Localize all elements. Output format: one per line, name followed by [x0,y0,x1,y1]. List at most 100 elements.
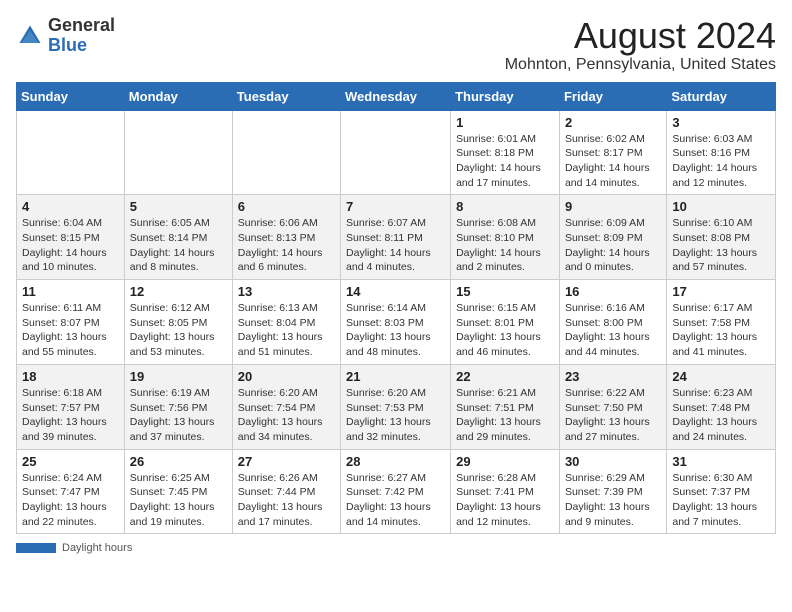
day-info: Sunrise: 6:18 AM Sunset: 7:57 PM Dayligh… [22,386,119,445]
day-number: 2 [565,115,661,130]
day-number: 5 [130,199,227,214]
calendar-cell: 30Sunrise: 6:29 AM Sunset: 7:39 PM Dayli… [559,449,666,534]
day-info: Sunrise: 6:11 AM Sunset: 8:07 PM Dayligh… [22,301,119,360]
day-header-friday: Friday [559,82,666,110]
calendar-cell [341,110,451,195]
day-info: Sunrise: 6:08 AM Sunset: 8:10 PM Dayligh… [456,216,554,275]
page-header: General Blue August 2024 Mohnton, Pennsy… [16,16,776,74]
subtitle: Mohnton, Pennsylvania, United States [505,56,776,74]
day-info: Sunrise: 6:09 AM Sunset: 8:09 PM Dayligh… [565,216,661,275]
day-number: 17 [672,284,770,299]
day-info: Sunrise: 6:07 AM Sunset: 8:11 PM Dayligh… [346,216,445,275]
day-number: 21 [346,369,445,384]
calendar-week-3: 11 Sunrise: 6:11 AM Sunset: 8:07 PM Dayli… [17,280,776,365]
day-number: 8 [456,199,554,214]
calendar-cell: 3Sunrise: 6:03 AM Sunset: 8:16 PM Daylig… [667,110,776,195]
day-number: 3 [672,115,770,130]
calendar-cell: 22 Sunrise: 6:21 AM Sunset: 7:51 PM Dayli… [451,364,560,449]
day-info: Sunrise: 6:12 AM Sunset: 8:05 PM Dayligh… [130,301,227,360]
calendar-cell: 9Sunrise: 6:09 AM Sunset: 8:09 PM Daylig… [559,195,666,280]
day-info: Sunrise: 6:02 AM Sunset: 8:17 PM Dayligh… [565,132,661,191]
day-number: 19 [130,369,227,384]
day-number: 24 [672,369,770,384]
day-number: 6 [238,199,335,214]
day-number: 27 [238,454,335,469]
calendar-cell: 1Sunrise: 6:01 AM Sunset: 8:18 PM Daylig… [451,110,560,195]
day-info: Sunrise: 6:23 AM Sunset: 7:48 PM Dayligh… [672,386,770,445]
calendar-cell: 29 Sunrise: 6:28 AM Sunset: 7:41 PM Dayli… [451,449,560,534]
calendar-cell: 28 Sunrise: 6:27 AM Sunset: 7:42 PM Dayli… [341,449,451,534]
day-info: Sunrise: 6:05 AM Sunset: 8:14 PM Dayligh… [130,216,227,275]
calendar-cell: 18 Sunrise: 6:18 AM Sunset: 7:57 PM Dayli… [17,364,125,449]
calendar-week-1: 1Sunrise: 6:01 AM Sunset: 8:18 PM Daylig… [17,110,776,195]
day-number: 22 [456,369,554,384]
day-number: 11 [22,284,119,299]
calendar-cell: 10 Sunrise: 6:10 AM Sunset: 8:08 PM Dayli… [667,195,776,280]
calendar-cell: 6Sunrise: 6:06 AM Sunset: 8:13 PM Daylig… [232,195,340,280]
calendar-cell: 4 Sunrise: 6:04 AM Sunset: 8:15 PM Daylig… [17,195,125,280]
main-title: August 2024 [505,16,776,56]
day-info: Sunrise: 6:01 AM Sunset: 8:18 PM Dayligh… [456,132,554,191]
day-number: 29 [456,454,554,469]
calendar-cell [124,110,232,195]
daylight-bar [16,543,56,553]
calendar-week-4: 18 Sunrise: 6:18 AM Sunset: 7:57 PM Dayli… [17,364,776,449]
calendar-cell: 2 Sunrise: 6:02 AM Sunset: 8:17 PM Daylig… [559,110,666,195]
day-number: 10 [672,199,770,214]
day-info: Sunrise: 6:04 AM Sunset: 8:15 PM Dayligh… [22,216,119,275]
logo-general-text: General [48,15,115,35]
day-number: 28 [346,454,445,469]
calendar-cell: 20 Sunrise: 6:20 AM Sunset: 7:54 PM Dayli… [232,364,340,449]
calendar-cell [232,110,340,195]
calendar-cell: 5 Sunrise: 6:05 AM Sunset: 8:14 PM Daylig… [124,195,232,280]
day-info: Sunrise: 6:19 AM Sunset: 7:56 PM Dayligh… [130,386,227,445]
day-info: Sunrise: 6:16 AM Sunset: 8:00 PM Dayligh… [565,301,661,360]
calendar-cell: 16Sunrise: 6:16 AM Sunset: 8:00 PM Dayli… [559,280,666,365]
calendar-cell: 17 Sunrise: 6:17 AM Sunset: 7:58 PM Dayli… [667,280,776,365]
day-number: 26 [130,454,227,469]
day-number: 15 [456,284,554,299]
day-number: 13 [238,284,335,299]
logo-blue-text: Blue [48,35,87,55]
day-info: Sunrise: 6:20 AM Sunset: 7:54 PM Dayligh… [238,386,335,445]
footer-note: Daylight hours [16,542,776,554]
day-header-monday: Monday [124,82,232,110]
calendar-week-2: 4 Sunrise: 6:04 AM Sunset: 8:15 PM Daylig… [17,195,776,280]
calendar-cell: 14 Sunrise: 6:14 AM Sunset: 8:03 PM Dayli… [341,280,451,365]
calendar-cell: 13Sunrise: 6:13 AM Sunset: 8:04 PM Dayli… [232,280,340,365]
calendar-week-5: 25Sunrise: 6:24 AM Sunset: 7:47 PM Dayli… [17,449,776,534]
day-number: 31 [672,454,770,469]
calendar-cell [17,110,125,195]
logo: General Blue [16,16,115,56]
calendar-cell: 24 Sunrise: 6:23 AM Sunset: 7:48 PM Dayli… [667,364,776,449]
title-block: August 2024 Mohnton, Pennsylvania, Unite… [505,16,776,74]
logo-icon [16,22,44,50]
day-info: Sunrise: 6:10 AM Sunset: 8:08 PM Dayligh… [672,216,770,275]
day-header-saturday: Saturday [667,82,776,110]
calendar-cell: 11 Sunrise: 6:11 AM Sunset: 8:07 PM Dayli… [17,280,125,365]
day-number: 18 [22,369,119,384]
day-header-thursday: Thursday [451,82,560,110]
day-number: 4 [22,199,119,214]
calendar-cell: 21 Sunrise: 6:20 AM Sunset: 7:53 PM Dayli… [341,364,451,449]
calendar-cell: 8 Sunrise: 6:08 AM Sunset: 8:10 PM Daylig… [451,195,560,280]
calendar-cell: 25Sunrise: 6:24 AM Sunset: 7:47 PM Dayli… [17,449,125,534]
day-info: Sunrise: 6:14 AM Sunset: 8:03 PM Dayligh… [346,301,445,360]
day-info: Sunrise: 6:20 AM Sunset: 7:53 PM Dayligh… [346,386,445,445]
calendar-cell: 7Sunrise: 6:07 AM Sunset: 8:11 PM Daylig… [341,195,451,280]
day-info: Sunrise: 6:26 AM Sunset: 7:44 PM Dayligh… [238,471,335,530]
calendar-cell: 12Sunrise: 6:12 AM Sunset: 8:05 PM Dayli… [124,280,232,365]
day-number: 23 [565,369,661,384]
day-info: Sunrise: 6:24 AM Sunset: 7:47 PM Dayligh… [22,471,119,530]
calendar-cell: 31Sunrise: 6:30 AM Sunset: 7:37 PM Dayli… [667,449,776,534]
day-info: Sunrise: 6:25 AM Sunset: 7:45 PM Dayligh… [130,471,227,530]
day-number: 30 [565,454,661,469]
day-number: 20 [238,369,335,384]
day-info: Sunrise: 6:17 AM Sunset: 7:58 PM Dayligh… [672,301,770,360]
calendar-table: SundayMondayTuesdayWednesdayThursdayFrid… [16,82,776,535]
day-info: Sunrise: 6:27 AM Sunset: 7:42 PM Dayligh… [346,471,445,530]
day-info: Sunrise: 6:21 AM Sunset: 7:51 PM Dayligh… [456,386,554,445]
footer-label: Daylight hours [62,542,132,554]
day-info: Sunrise: 6:28 AM Sunset: 7:41 PM Dayligh… [456,471,554,530]
day-number: 14 [346,284,445,299]
